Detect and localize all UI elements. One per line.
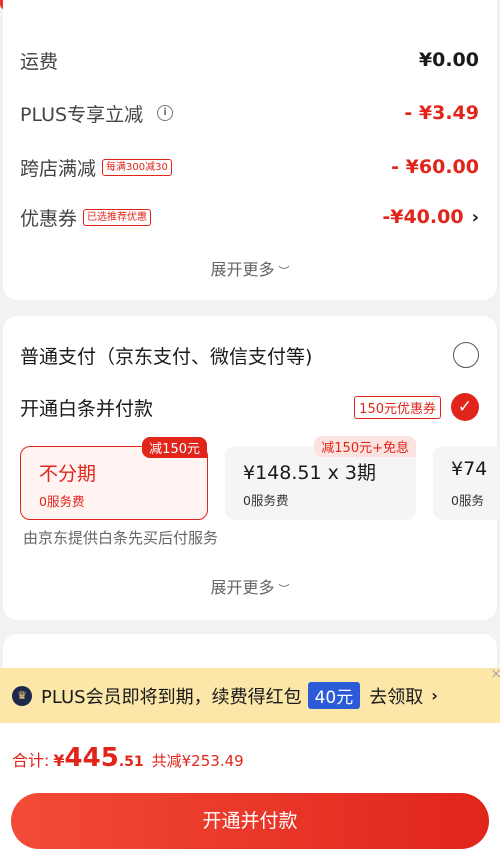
- baitiao-payment-option[interactable]: 开通白条并付款 150元优惠券 ✓: [20, 389, 479, 425]
- total-label: 合计:: [12, 751, 50, 770]
- plus-discount-row: PLUS专享立减 i - ¥3.49: [20, 95, 479, 131]
- chevron-right-icon[interactable]: ›: [472, 207, 479, 228]
- checkout-bar: 合计: ¥ 445 .51 共减¥253.49 开通并付款: [0, 723, 500, 850]
- coupon-label: 优惠券: [20, 207, 78, 230]
- baitiao-coupon-tag: 150元优惠券: [354, 395, 441, 419]
- expand-label: 展开更多: [210, 260, 275, 279]
- chevron-right-icon[interactable]: ›: [431, 686, 438, 705]
- plan-fee: 0服务: [451, 493, 484, 508]
- coupon-tag: 已选推荐优惠: [83, 208, 152, 226]
- coupon-amount: -¥40.00: [382, 206, 464, 228]
- chevron-down-icon: ︶: [278, 265, 290, 278]
- cross-store-tag: 每满300减30: [102, 158, 172, 176]
- plus-discount-label: PLUS专享立减: [20, 103, 144, 126]
- shipping-label: 运费: [20, 50, 59, 73]
- plan-title: ¥148.51 x 3期: [243, 462, 376, 484]
- fee-card: 运费 ¥0.00 PLUS专享立减 i - ¥3.49 跨店满减 每满300减3…: [3, 0, 497, 300]
- check-icon[interactable]: ✓: [451, 393, 479, 421]
- plan-fee: 0服务费: [243, 493, 289, 508]
- plan-no-installment[interactable]: 减150元 不分期 0服务费: [20, 437, 208, 520]
- plan-6-installments[interactable]: ¥74 0服务: [433, 446, 500, 520]
- plan-title: ¥74: [451, 458, 488, 480]
- plan-3-installments[interactable]: 减150元+免息 ¥148.51 x 3期 0服务费: [225, 436, 416, 520]
- cross-store-label: 跨店满减: [20, 157, 97, 180]
- banner-action[interactable]: 去领取: [369, 683, 423, 709]
- expand-label: 展开更多: [210, 578, 275, 597]
- plan-title: 不分期: [39, 463, 97, 485]
- plan-badge: 减150元+免息: [314, 436, 416, 457]
- cross-store-discount-row: 跨店满减 每满300减30 - ¥60.00: [20, 149, 479, 185]
- cross-store-amount: - ¥60.00: [391, 156, 479, 178]
- total-summary: 合计: ¥ 445 .51 共减¥253.49: [12, 743, 244, 773]
- provider-note: 由京东提供白条先买后付服务: [23, 529, 219, 547]
- coupon-row[interactable]: 优惠券 已选推荐优惠 -¥40.00 ›: [20, 199, 479, 235]
- banner-amount: 40元: [307, 682, 361, 709]
- normal-payment-radio[interactable]: [453, 342, 479, 368]
- info-icon[interactable]: i: [157, 105, 174, 121]
- baitiao-payment-label: 开通白条并付款: [20, 397, 154, 420]
- payment-expand-more[interactable]: 展开更多 ︶: [3, 574, 497, 598]
- normal-payment-option[interactable]: 普通支付（京东支付、微信支付等): [20, 337, 479, 373]
- plan-fee: 0服务费: [39, 494, 85, 509]
- plus-discount-amount: - ¥3.49: [404, 102, 479, 124]
- payment-card: 普通支付（京东支付、微信支付等) 开通白条并付款 150元优惠券 ✓ 减150元…: [3, 316, 500, 620]
- total-saved: 共减¥253.49: [151, 752, 244, 770]
- normal-payment-label: 普通支付（京东支付、微信支付等): [20, 345, 313, 368]
- plan-badge: 减150元: [142, 437, 207, 458]
- fees-expand-more[interactable]: 展开更多 ︶: [3, 256, 497, 280]
- total-decimal: .51: [118, 754, 144, 770]
- banner-text: PLUS会员即将到期，续费得红包: [41, 686, 302, 708]
- shipping-row: 运费 ¥0.00: [20, 42, 479, 78]
- total-integer: 445: [64, 743, 119, 773]
- total-currency: ¥: [53, 751, 65, 770]
- close-icon[interactable]: ×: [490, 666, 500, 682]
- shipping-amount: ¥0.00: [418, 49, 479, 71]
- plus-renewal-banner[interactable]: ♛ PLUS会员即将到期，续费得红包 40元 去领取 › ×: [0, 666, 500, 723]
- plus-crown-icon: ♛: [12, 685, 32, 706]
- chevron-down-icon: ︶: [278, 583, 290, 596]
- open-and-pay-button[interactable]: 开通并付款: [11, 793, 489, 849]
